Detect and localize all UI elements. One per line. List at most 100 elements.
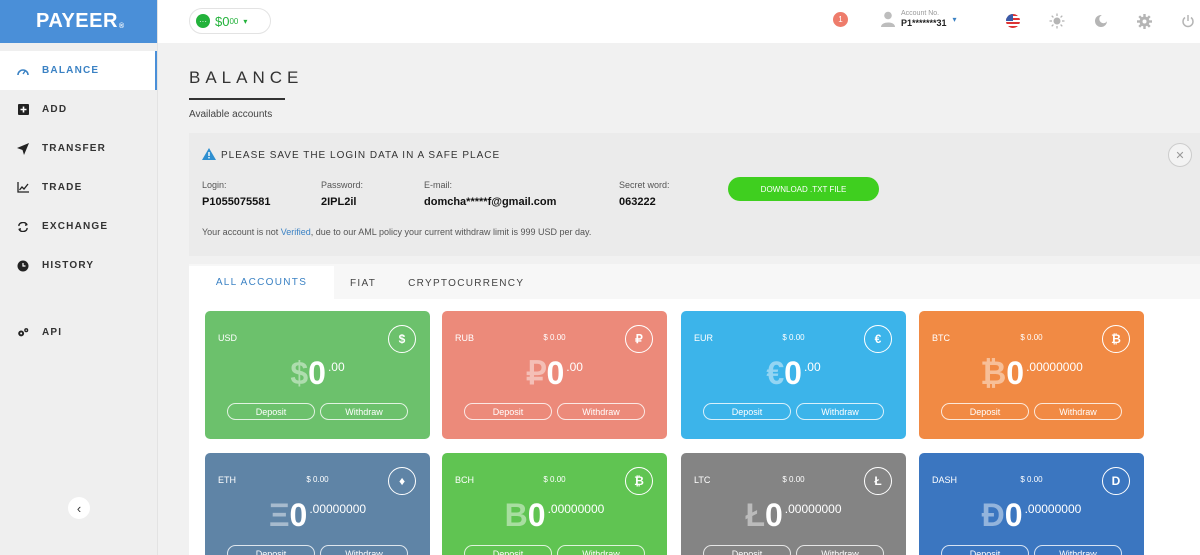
deposit-button[interactable]: Deposit	[703, 403, 791, 420]
withdraw-button[interactable]: Withdraw	[557, 545, 645, 555]
account-card-usd[interactable]: USD $ $0.00 Deposit Withdraw	[205, 311, 430, 439]
balance-value: 0	[784, 355, 802, 391]
sidebar-item-label: TRADE	[42, 182, 83, 193]
moon-icon[interactable]	[1093, 13, 1109, 29]
deposit-button[interactable]: Deposit	[464, 545, 552, 555]
account-card-eth[interactable]: ETH $ 0.00 ♦ Ξ0.00000000 Deposit Withdra…	[205, 453, 430, 555]
login-credential: Login: P1055075581	[202, 180, 271, 208]
notice-heading: PLEASE SAVE THE LOGIN DATA IN A SAFE PLA…	[202, 148, 500, 163]
withdraw-button[interactable]: Withdraw	[557, 403, 645, 420]
account-card-dash[interactable]: DASH $ 0.00 D Đ0.00000000 Deposit Withdr…	[919, 453, 1144, 555]
sidebar-item-history[interactable]: HISTORY	[0, 246, 157, 285]
password-value: 2IPL2il	[321, 196, 357, 208]
sun-icon[interactable]	[1049, 13, 1065, 29]
currency-icon[interactable]: ₽	[625, 325, 653, 353]
top-bar: ··· $0 00 ▾ 1 Account No. P1*******31 ▾	[158, 0, 1200, 43]
deposit-button[interactable]: Deposit	[227, 403, 315, 420]
balance-value: 0	[546, 355, 565, 391]
sidebar-item-api[interactable]: API	[0, 313, 157, 352]
currency-icon[interactable]: ♦	[388, 467, 416, 495]
deposit-button[interactable]: Deposit	[464, 403, 552, 420]
gauge-icon	[17, 65, 29, 77]
paper-plane-icon	[17, 142, 29, 155]
deposit-button[interactable]: Deposit	[703, 545, 791, 555]
account-card-btc[interactable]: BTC $ 0.00 ₿ ₿0.00000000 Deposit Withdra…	[919, 311, 1144, 439]
sidebar-nav: BALANCE ADD TRANSFER TRADE EXCHANGE HIST…	[0, 43, 157, 352]
currency-symbol: €	[766, 355, 785, 391]
card-balance: ₿0.00000000	[919, 353, 1144, 393]
account-label: Account No.	[901, 10, 940, 17]
balance-value: 0	[308, 355, 326, 391]
account-info: Account No. P1*******31	[901, 10, 947, 28]
card-actions: Deposit Withdraw	[464, 403, 645, 420]
currency-symbol: $	[290, 355, 309, 391]
sidebar-collapse-button[interactable]: ‹	[68, 497, 90, 519]
balance-decimals: .00000000	[784, 502, 842, 516]
user-icon	[881, 11, 895, 27]
verified-link[interactable]: Verified	[281, 227, 311, 237]
card-actions: Deposit Withdraw	[941, 403, 1122, 420]
balance-decimals: .00000000	[1024, 502, 1082, 516]
withdraw-button[interactable]: Withdraw	[320, 403, 408, 420]
sidebar-item-balance[interactable]: BALANCE	[0, 51, 157, 90]
us-flag-icon[interactable]	[1005, 13, 1021, 29]
download-txt-button[interactable]: DOWNLOAD .TXT FILE	[728, 177, 879, 201]
login-label: Login:	[202, 180, 227, 190]
withdraw-button[interactable]: Withdraw	[796, 403, 884, 420]
save-login-notice: PLEASE SAVE THE LOGIN DATA IN A SAFE PLA…	[189, 133, 1200, 256]
login-value: P1055075581	[202, 196, 271, 208]
card-balance: Ł0.00000000	[681, 495, 906, 535]
power-icon[interactable]	[1180, 13, 1196, 29]
withdraw-button[interactable]: Withdraw	[796, 545, 884, 555]
account-card-eur[interactable]: EUR $ 0.00 € €0.00 Deposit Withdraw	[681, 311, 906, 439]
balance-decimals: .00	[566, 360, 583, 374]
tab-cryptocurrency[interactable]: CRYPTOCURRENCY	[392, 267, 540, 299]
currency-symbol: Đ	[981, 497, 1005, 533]
tab-all-accounts[interactable]: ALL ACCOUNTS	[189, 266, 334, 299]
email-credential: E-mail: domcha*****f@gmail.com	[424, 180, 556, 208]
sidebar-item-label: API	[42, 327, 63, 338]
withdraw-button[interactable]: Withdraw	[1034, 403, 1122, 420]
wallet-icon: ···	[196, 14, 210, 28]
balance-dropdown[interactable]: ··· $0 00 ▾	[189, 8, 271, 34]
gear-icon[interactable]	[1136, 13, 1152, 29]
withdraw-button[interactable]: Withdraw	[1034, 545, 1122, 555]
currency-icon[interactable]: ₿	[1102, 325, 1130, 353]
sidebar-item-transfer[interactable]: TRANSFER	[0, 129, 157, 168]
sidebar-item-label: ADD	[42, 104, 68, 115]
plus-square-icon	[17, 104, 29, 116]
sidebar-item-add[interactable]: ADD	[0, 90, 157, 129]
account-menu[interactable]: Account No. P1*******31 ▾	[881, 10, 957, 28]
balance-decimals: .00000000	[309, 502, 367, 516]
account-cards: USD $ $0.00 Deposit Withdraw RUB $ 0.00 …	[189, 299, 1200, 555]
currency-icon[interactable]: €	[864, 325, 892, 353]
aml-text-after: , due to our AML policy your current wit…	[310, 227, 592, 237]
currency-symbol: Ł	[745, 497, 765, 533]
currency-icon[interactable]: ₿	[625, 467, 653, 495]
deposit-button[interactable]: Deposit	[941, 545, 1029, 555]
balance-value: 0	[1006, 355, 1025, 391]
deposit-button[interactable]: Deposit	[941, 403, 1029, 420]
caret-down-icon: ▾	[243, 16, 248, 26]
balance-cents: 00	[229, 16, 239, 26]
page-title: BALANCE	[189, 68, 304, 87]
currency-icon[interactable]: $	[388, 325, 416, 353]
secret-word-credential: Secret word: 063222	[619, 180, 670, 208]
payeer-logo[interactable]: PAYEER ®	[0, 0, 157, 43]
notice-close-button[interactable]: ✕	[1168, 143, 1192, 167]
sidebar-item-trade[interactable]: TRADE	[0, 168, 157, 207]
notification-badge[interactable]: 1	[833, 12, 848, 27]
currency-icon[interactable]: Ł	[864, 467, 892, 495]
secret-word-value: 063222	[619, 196, 656, 208]
tab-fiat[interactable]: FIAT	[334, 267, 392, 299]
sidebar-item-label: EXCHANGE	[42, 221, 109, 232]
account-card-ltc[interactable]: LTC $ 0.00 Ł Ł0.00000000 Deposit Withdra…	[681, 453, 906, 555]
deposit-button[interactable]: Deposit	[227, 545, 315, 555]
sidebar-item-exchange[interactable]: EXCHANGE	[0, 207, 157, 246]
secret-word-label: Secret word:	[619, 180, 670, 190]
chart-icon	[17, 182, 29, 194]
account-card-rub[interactable]: RUB $ 0.00 ₽ ₽0.00 Deposit Withdraw	[442, 311, 667, 439]
account-card-bch[interactable]: BCH $ 0.00 ₿ B0.00000000 Deposit Withdra…	[442, 453, 667, 555]
currency-icon[interactable]: D	[1102, 467, 1130, 495]
withdraw-button[interactable]: Withdraw	[320, 545, 408, 555]
